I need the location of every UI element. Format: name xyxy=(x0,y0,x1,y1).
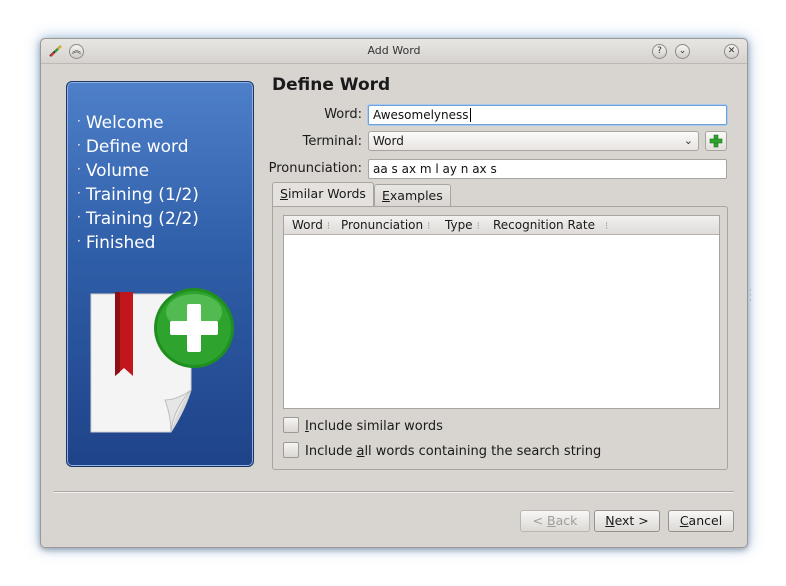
word-label: Word: xyxy=(324,107,362,122)
chevron-down-icon: ⌄ xyxy=(683,134,693,147)
wizard-step: · Finished xyxy=(77,233,156,253)
cancel-button[interactable]: Cancel xyxy=(668,510,734,532)
similar-words-pane: Word ⁝ Pronunciation ⁝ Type ⁝ Recognition R… xyxy=(272,206,728,470)
word-input[interactable]: Awesomelyness xyxy=(368,105,727,125)
column-header-pronunciation[interactable]: Pronunciation ⁝ xyxy=(341,216,430,236)
wizard-side-panel: · Welcome · Define word · Volume · Training … xyxy=(66,81,254,467)
wizard-step: · Volume xyxy=(77,161,150,181)
include-similar-words-checkbox[interactable]: Include similar words xyxy=(283,417,443,434)
wizard-step: · Training (2/2) xyxy=(77,209,199,229)
checkbox[interactable] xyxy=(283,442,299,458)
close-icon[interactable]: ✕ xyxy=(724,44,739,59)
divider xyxy=(54,491,734,493)
similar-words-table[interactable]: Word ⁝ Pronunciation ⁝ Type ⁝ Recognition R… xyxy=(283,215,720,409)
add-terminal-button[interactable] xyxy=(705,131,727,151)
wizard-steps: · Welcome · Define word · Volume · Training … xyxy=(77,110,199,254)
next-button[interactable]: Next > xyxy=(594,510,660,532)
minimize-icon[interactable]: ⌄ xyxy=(675,44,690,59)
pronunciation-input[interactable]: aa s ax m l ay n ax s xyxy=(368,159,727,179)
title-bar[interactable]: ︽ Add Word ? ⌄ ✕ xyxy=(41,39,747,64)
tab-examples[interactable]: Examples xyxy=(374,184,451,206)
column-header-word[interactable]: Word ⁝ xyxy=(292,216,330,236)
terminal-label: Terminal: xyxy=(302,134,362,149)
column-header-type[interactable]: Type ⁝ xyxy=(445,216,480,236)
wizard-step: · Welcome xyxy=(77,113,164,133)
page-title: Define Word xyxy=(272,75,391,95)
help-icon[interactable]: ? xyxy=(652,44,667,59)
wizard-step: · Define word xyxy=(77,137,189,157)
add-word-artwork xyxy=(90,288,234,433)
add-word-dialog: ︽ Add Word ? ⌄ ✕ · Welcome · Define word ·… xyxy=(40,38,752,548)
terminal-select[interactable]: Word ⌄ xyxy=(368,131,699,151)
window-title: Add Word xyxy=(367,44,421,57)
column-header-recognition-rate[interactable]: Recognition Rate ⁝ xyxy=(493,216,608,236)
table-header: Word ⁝ Pronunciation ⁝ Type ⁝ Recognition R… xyxy=(284,216,719,235)
back-button[interactable]: < Back xyxy=(520,510,590,532)
tab-similar-words[interactable]: Similar Words xyxy=(272,182,374,206)
wizard-step: · Training (1/2) xyxy=(77,185,199,205)
add-icon xyxy=(709,134,723,148)
include-all-words-checkbox[interactable]: Include all words containing the search … xyxy=(283,442,601,459)
pronunciation-label: Pronunciation: xyxy=(268,161,362,176)
checkbox[interactable] xyxy=(283,417,299,433)
resize-grip[interactable]: · · · xyxy=(749,287,752,306)
